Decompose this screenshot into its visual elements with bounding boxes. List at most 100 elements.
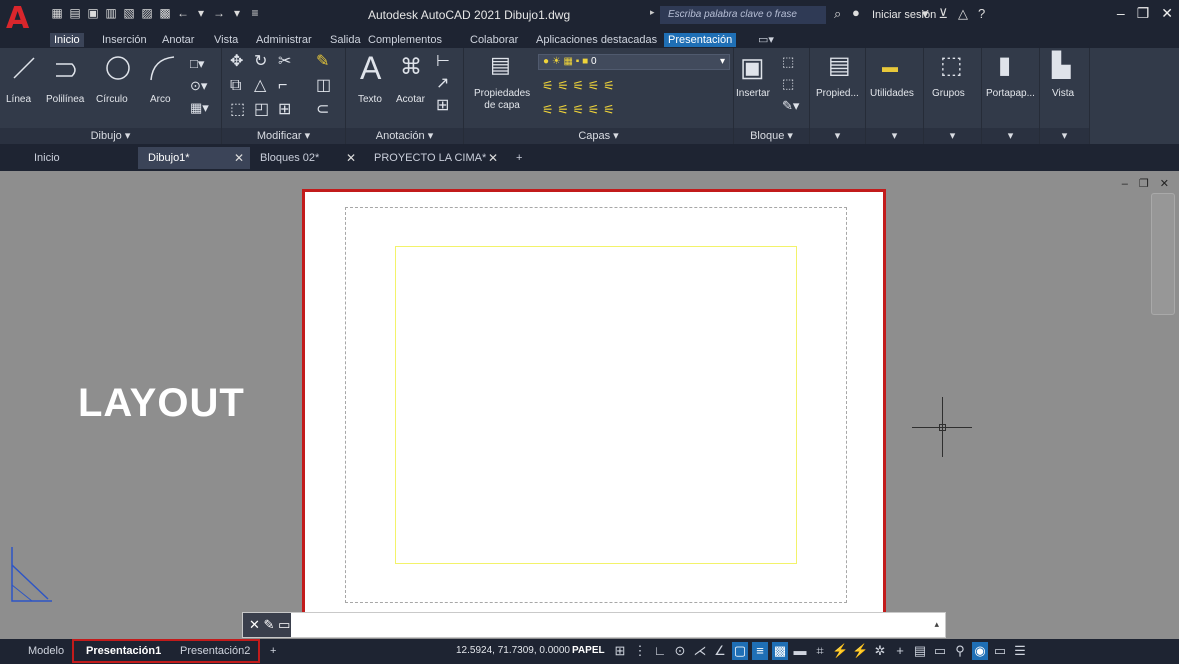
layer-tools-row1-icon[interactable]: ⚟ ⚟ ⚟ ⚟ ⚟ — [542, 78, 615, 94]
workspace-icon[interactable]: ✲ — [872, 642, 888, 660]
tab-modelo[interactable]: Modelo — [22, 642, 70, 661]
erase-icon[interactable]: ✎ — [316, 54, 329, 70]
annotation-scale-icon[interactable]: ⌗ — [812, 642, 828, 660]
properties-icon[interactable]: ▤ — [828, 54, 851, 78]
panel-title-vista[interactable]: ▾ — [1040, 128, 1089, 144]
search-icon[interactable]: ⌕ — [834, 6, 841, 22]
panel-title-capas[interactable]: Capas ▾ — [464, 128, 733, 144]
drawing-canvas[interactable]: LAYOUT – ❐ ✕ — [0, 171, 1179, 639]
move-icon[interactable]: ✥ — [230, 54, 243, 70]
customization-icon[interactable]: ☰ — [1012, 642, 1028, 660]
panel-title-modificar[interactable]: Modificar ▾ — [222, 128, 345, 144]
command-input[interactable] — [297, 615, 917, 635]
panel-title-utilidades[interactable]: ▾ — [866, 128, 923, 144]
web-save-icon[interactable]: ▧ — [122, 6, 136, 20]
isolate-objects-icon[interactable]: ⚲ — [952, 642, 968, 660]
tab-anotar[interactable]: Anotar — [158, 33, 198, 47]
units-icon[interactable]: ▤ — [912, 642, 928, 660]
layer-dropdown[interactable]: ● ☀ ▦ ▪ ■ 0 ▾ — [538, 54, 730, 70]
rotate-icon[interactable]: ↻ — [254, 54, 267, 70]
undo-dropdown-icon[interactable]: ▾ — [194, 6, 208, 20]
tab-inicio[interactable]: Inicio — [50, 33, 84, 47]
search-input[interactable]: Escriba palabra clave o frase — [660, 6, 826, 24]
rectangle-icon[interactable]: □▾ — [190, 56, 204, 72]
chevron-up-icon[interactable]: ▴ — [934, 619, 939, 630]
close-tab-icon[interactable]: ✕ — [234, 147, 244, 169]
polar-icon[interactable]: ⊙ — [672, 642, 688, 660]
close-tab-icon[interactable]: ✕ — [346, 147, 356, 169]
print-icon[interactable]: ▩ — [158, 6, 172, 20]
autodesk-account-icon[interactable]: △ — [958, 6, 968, 22]
navigation-bar[interactable] — [1151, 193, 1175, 315]
minimize-icon[interactable]: – — [1117, 5, 1125, 22]
stretch-icon[interactable]: ⬚ — [230, 102, 245, 118]
annotation-monitor-icon[interactable]: + — [892, 642, 908, 660]
snap-icon[interactable]: ⋮ — [632, 642, 648, 660]
undo-icon[interactable]: ← — [176, 6, 190, 20]
dropdown-icon[interactable]: ▾ — [922, 6, 929, 22]
customize-qat-icon[interactable]: ≡ — [248, 6, 262, 20]
lineweight-icon[interactable]: ≡ — [752, 642, 768, 660]
close-icon[interactable]: ✕ — [1161, 5, 1173, 22]
quick-properties-icon[interactable]: ▭ — [932, 642, 948, 660]
block-attr-icon[interactable]: ✎▾ — [782, 98, 799, 114]
annotation-visibility-icon[interactable]: ⚡ — [832, 642, 848, 660]
wrench-icon[interactable]: ✎ — [264, 617, 275, 632]
layout-viewport[interactable] — [395, 246, 797, 564]
save-icon[interactable]: ▣ — [86, 6, 100, 20]
close-icon[interactable]: ✕ — [249, 617, 260, 632]
tab-complementos[interactable]: Complementos — [364, 33, 446, 47]
dimension-icon[interactable]: ⌘ — [400, 56, 422, 78]
scale-icon[interactable]: ◰ — [254, 102, 269, 118]
layer-tools-row2-icon[interactable]: ⚟ ⚟ ⚟ ⚟ ⚟ — [542, 102, 615, 118]
autocad-logo-icon[interactable]: A — [6, 4, 36, 34]
line-icon[interactable] — [10, 54, 38, 82]
polyline-icon[interactable] — [52, 54, 80, 82]
redo-dropdown-icon[interactable]: ▾ — [230, 6, 244, 20]
hatch-icon[interactable]: ▦▾ — [190, 100, 209, 116]
help-icon[interactable]: ? — [978, 6, 985, 22]
object-snap-icon[interactable]: ∠ — [712, 642, 728, 660]
view-icon[interactable]: ▙ — [1052, 54, 1070, 78]
new-tab-icon[interactable]: + — [506, 147, 532, 169]
group-icon[interactable]: ⬚ — [940, 54, 963, 78]
fillet-icon[interactable]: ⌐ — [278, 78, 287, 94]
measure-icon[interactable]: ▬ — [882, 60, 898, 76]
panel-title-anotacion[interactable]: Anotación ▾ — [346, 128, 463, 144]
restore-icon[interactable]: ❐ — [1137, 5, 1150, 22]
save-as-icon[interactable]: ▥ — [104, 6, 118, 20]
create-block-icon[interactable]: ⬚ — [782, 54, 794, 70]
user-icon[interactable]: ● — [852, 5, 860, 20]
isodraft-icon[interactable]: ⋌ — [692, 642, 708, 660]
panel-title-bloque[interactable]: Bloque ▾ — [734, 128, 809, 144]
transparency-icon[interactable]: ▩ — [772, 642, 788, 660]
hardware-acceleration-icon[interactable]: ◉ — [972, 642, 988, 660]
layer-properties-icon[interactable]: ▤ — [490, 54, 511, 76]
linear-dim-icon[interactable]: ⊢ — [436, 54, 450, 70]
arc-icon[interactable] — [148, 54, 176, 82]
tab-colaborar[interactable]: Colaborar — [466, 33, 522, 47]
ortho-icon[interactable]: ∟ — [652, 642, 668, 660]
osnap-tracking-icon[interactable]: ▢ — [732, 642, 748, 660]
recent-commands-icon[interactable]: ▭ — [278, 617, 290, 632]
tab-vista[interactable]: Vista — [210, 33, 242, 47]
add-layout-icon[interactable]: + — [264, 642, 282, 661]
tab-administrar[interactable]: Administrar — [252, 33, 316, 47]
offset-icon[interactable]: ⊂ — [316, 102, 329, 118]
doc-tab-inicio[interactable]: Inicio — [24, 147, 136, 169]
grid-icon[interactable]: ⊞ — [612, 642, 628, 660]
open-file-icon[interactable]: ▤ — [68, 6, 82, 20]
insert-block-icon[interactable]: ▣ — [740, 54, 765, 80]
viewport-controls[interactable]: – ❐ ✕ — [1122, 177, 1173, 190]
text-icon[interactable]: A — [360, 52, 381, 84]
selection-cycling-icon[interactable]: ▬ — [792, 642, 808, 660]
doc-tab-proyecto[interactable]: PROYECTO LA CIMA* ✕ — [364, 147, 504, 169]
tab-insercion[interactable]: Inserción — [98, 33, 151, 47]
doc-tab-bloques[interactable]: Bloques 02* ✕ — [250, 147, 362, 169]
search-expand-icon[interactable]: ▸ — [650, 7, 655, 18]
trim-icon[interactable]: ✂ — [278, 54, 291, 70]
paper-space-toggle[interactable]: PAPEL — [572, 645, 605, 656]
panel-title-propiedades[interactable]: ▾ — [810, 128, 865, 144]
circle-icon[interactable] — [104, 54, 132, 82]
copy-icon[interactable]: ⧉ — [230, 78, 241, 94]
